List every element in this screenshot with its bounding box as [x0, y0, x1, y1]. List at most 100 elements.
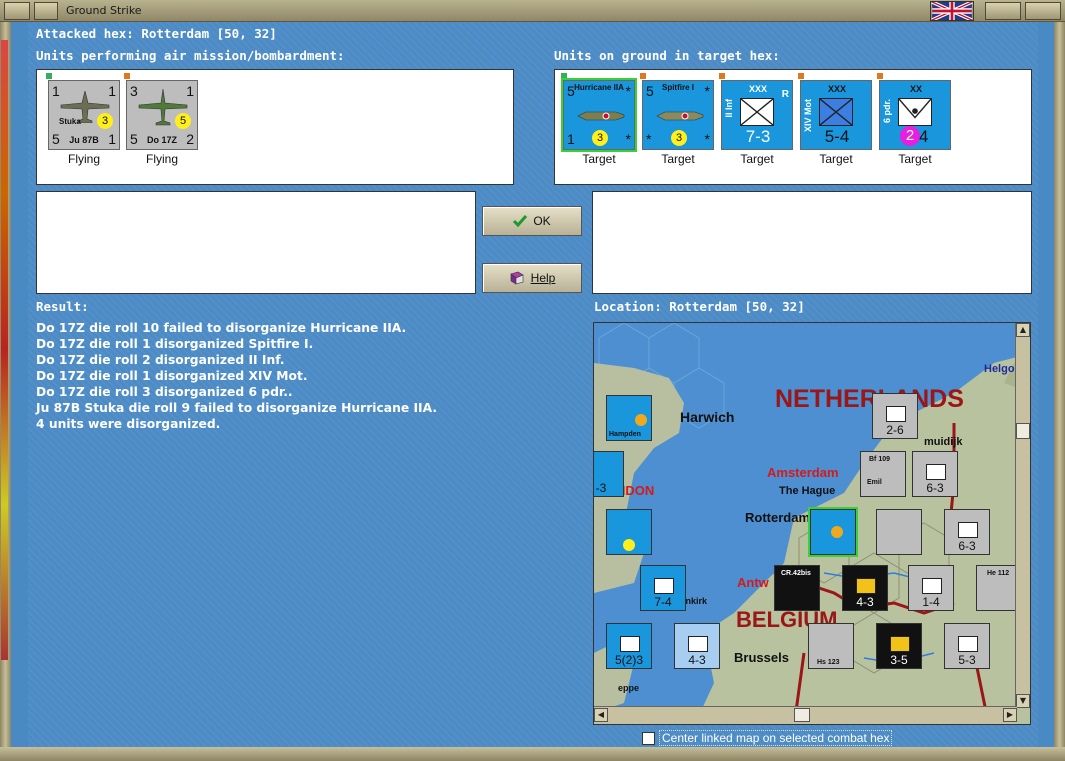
scroll-thumb[interactable] [1016, 423, 1030, 439]
result-line: Ju 87B Stuka die roll 9 failed to disorg… [36, 401, 438, 415]
map-counter-fld-artillery[interactable]: 2-6 [872, 393, 918, 439]
ground-unit-ii-inf[interactable]: XXX II Inf R 7-3 Target [719, 73, 793, 166]
result-label: Result: [36, 299, 89, 314]
uk-flag-icon [930, 1, 974, 21]
minimize-button[interactable] [34, 2, 58, 20]
result-line: Do 17Z die roll 3 disorganized 6 pdr.. [36, 385, 293, 399]
circle-marker [623, 539, 635, 551]
air-units-panel: 1 1 Stuka 3 5 Ju 87B 1 Flying 3 1 5 5 Do… [36, 69, 514, 185]
map-counter-army[interactable]: 5(2)3 [606, 623, 652, 669]
location-map[interactable]: NETHERLANDS Harwich Amsterdam The Hague … [593, 322, 1031, 725]
ground-unit-xiv-mot[interactable]: XXX XIV Mot 5-4 Target [798, 73, 872, 166]
map-label-rotterdam: Rotterdam [745, 510, 811, 525]
ground-units-label: Units on ground in target hex: [554, 48, 780, 63]
unit-counter: XXX II Inf R 7-3 [721, 80, 793, 150]
scroll-thumb[interactable] [794, 708, 810, 722]
map-counter-edge[interactable]: -3 [594, 451, 624, 497]
unit-caption: Target [819, 152, 853, 166]
ground-unit-hurricane[interactable]: 5 Hurricane IIA * 1 3 * Target [561, 73, 637, 166]
map-label-harwich: Harwich [680, 409, 735, 425]
map-counter-bf109[interactable]: Bf 109 Emil [860, 451, 906, 497]
map-vertical-scrollbar[interactable]: ▲ ▼ [1015, 323, 1030, 708]
unit-counter: 5 Spitfire I * * 3 * [642, 80, 714, 150]
map-counter-corps-b[interactable]: 6-3 [944, 509, 990, 555]
air-unit-detail-panel [36, 191, 476, 294]
map-counter-corps-c[interactable]: 7-4 [640, 565, 686, 611]
result-line: Do 17Z die roll 10 failed to disorganize… [36, 321, 407, 335]
center-map-checkbox-row[interactable]: Center linked map on selected combat hex [642, 730, 893, 746]
map-counter-corps-d[interactable]: 1-4 [908, 565, 954, 611]
map-counter-corps-f[interactable]: 5-3 [944, 623, 990, 669]
map-counter-bomber[interactable] [606, 509, 652, 555]
scroll-up-button[interactable]: ▲ [1016, 323, 1030, 337]
help-button[interactable]: Help [482, 263, 582, 293]
map-counter-belgian-corps[interactable]: 4-3 [842, 565, 888, 611]
title-bar: Ground Strike [0, 0, 1065, 22]
unit-counter: XXX XIV Mot 5-4 [800, 80, 872, 150]
map-label-ijmuiden: muidijk [924, 436, 963, 448]
unit-symbol [856, 578, 876, 594]
unit-caption: Target [582, 152, 616, 166]
ground-unit-spitfire[interactable]: 5 Spitfire I * * 3 * Target [640, 73, 714, 166]
unit-caption: Target [661, 152, 695, 166]
help-book-icon [510, 271, 524, 285]
attacked-hex-label: Attacked hex: Rotterdam [50, 32] [36, 26, 277, 41]
status-dot [640, 73, 646, 79]
location-label: Location: Rotterdam [50, 32] [594, 299, 805, 314]
unit-caption: Target [740, 152, 774, 166]
result-line: Do 17Z die roll 1 disorganized XIV Mot. [36, 369, 308, 383]
unit-caption: Target [898, 152, 932, 166]
map-horizontal-scrollbar[interactable]: ◀ ▶ [594, 706, 1017, 724]
map-counter-belgian-cav[interactable]: 3-5 [876, 623, 922, 669]
scroll-right-button[interactable]: ▶ [1003, 708, 1017, 722]
map-counter-hampden[interactable]: Hampden [606, 395, 652, 441]
unit-counter: 3 1 5 5 Do 17Z 2 [126, 80, 198, 150]
status-dot [719, 73, 725, 79]
ok-button[interactable]: OK [482, 206, 582, 236]
window-title: Ground Strike [66, 4, 142, 17]
map-counter-bf109-b[interactable] [876, 509, 922, 555]
status-dot [124, 73, 130, 79]
map-counter-corps-e[interactable]: 4-3 [674, 623, 720, 669]
ground-unit-6pdr[interactable]: XX 6 pdr. 2-4 2 Target [877, 73, 951, 166]
circle-marker [635, 414, 647, 426]
air-unit-stuka[interactable]: 1 1 Stuka 3 5 Ju 87B 1 Flying [46, 73, 120, 166]
scroll-left-button[interactable]: ◀ [594, 708, 608, 722]
restore-button[interactable] [985, 2, 1021, 20]
fire-marker [831, 526, 843, 538]
result-line: Do 17Z die roll 1 disorganized Spitfire … [36, 337, 314, 351]
unit-symbol [688, 636, 708, 652]
map-label-amsterdam: Amsterdam [767, 465, 839, 480]
unit-symbol [620, 636, 640, 652]
map-counter-hs123[interactable]: Hs 123 [808, 623, 854, 669]
map-label-brussels: Brussels [734, 650, 789, 665]
background-map-strip [1, 40, 8, 660]
center-map-checkbox[interactable] [642, 731, 655, 745]
map-counter-corps-a[interactable]: 6-3 [912, 451, 958, 497]
infantry-symbol-icon [740, 98, 774, 126]
ok-button-label: OK [533, 214, 551, 228]
status-dot [46, 73, 52, 79]
unit-counter: 5 Hurricane IIA * 1 3 * [561, 78, 637, 152]
unit-symbol [922, 578, 942, 594]
unit-symbol [958, 636, 978, 652]
help-button-label: Help [530, 271, 556, 285]
ground-units-panel: 5 Hurricane IIA * 1 3 * Target 5 Spitfir… [554, 69, 1032, 185]
map-label-the-hague: The Hague [779, 485, 836, 497]
unit-symbol [890, 636, 910, 652]
air-unit-do17z[interactable]: 3 1 5 5 Do 17Z 2 Flying [124, 73, 198, 166]
close-button[interactable] [1025, 2, 1061, 20]
ground-unit-detail-panel [592, 191, 1032, 294]
scroll-down-button[interactable]: ▼ [1016, 694, 1030, 708]
checkmark-icon [513, 215, 528, 227]
unit-counter: 1 1 Stuka 3 5 Ju 87B 1 [48, 80, 120, 150]
map-counter-cr42[interactable]: CR.42bis [774, 565, 820, 611]
system-menu-button[interactable] [4, 2, 30, 20]
unit-counter: XX 6 pdr. 2-4 2 [879, 80, 951, 150]
unit-symbol [958, 522, 978, 538]
window-frame-right [1054, 22, 1065, 761]
motorized-infantry-symbol-icon [819, 98, 853, 126]
disorganized-marker: 2 [900, 126, 920, 146]
map-counter-target-stack[interactable] [808, 507, 858, 557]
unit-symbol [926, 464, 946, 480]
